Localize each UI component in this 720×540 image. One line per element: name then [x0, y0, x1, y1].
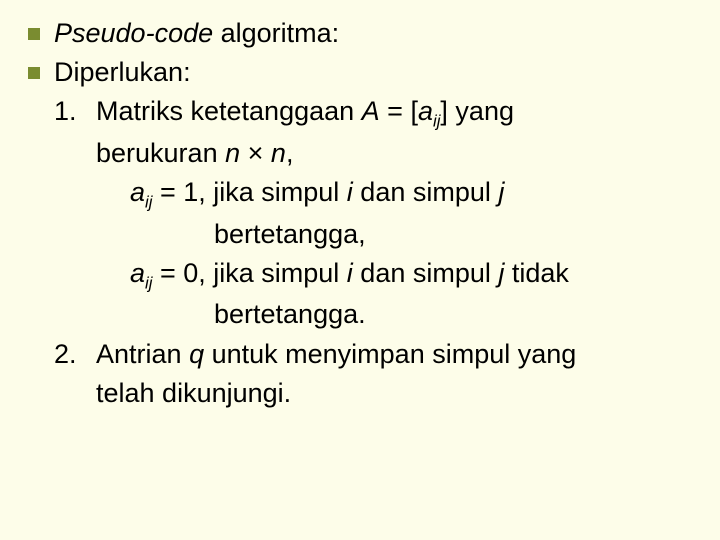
- cond-2-line1: aij = 0, jika simpul i dan simpul j tida…: [54, 254, 692, 296]
- text: berukuran: [96, 138, 225, 168]
- text: dan simpul: [353, 258, 499, 288]
- slide: Pseudo-code algoritma: Diperlukan: 1. Ma…: [0, 0, 720, 540]
- text: tidak: [504, 258, 569, 288]
- pseudo-code-word: Pseudo-code: [54, 18, 213, 48]
- item-2-number: 2.: [54, 335, 96, 374]
- text: untuk menyimpan simpul yang: [204, 339, 576, 369]
- var-j: j: [498, 177, 504, 207]
- var-A: A: [362, 96, 380, 126]
- text: = 0, jika simpul: [152, 258, 346, 288]
- text: Matriks ketetanggaan: [96, 96, 362, 126]
- bullet-1-rest: algoritma:: [213, 18, 339, 48]
- times-symbol: ×: [240, 138, 271, 168]
- bullet-2-body: Diperlukan: 1. Matriks ketetanggaan A = …: [54, 53, 692, 413]
- cond-1-line1: aij = 1, jika simpul i dan simpul j: [54, 173, 692, 215]
- square-bullet-icon: [28, 28, 40, 40]
- item-2: 2. Antrian q untuk menyimpan simpul yang: [54, 335, 692, 374]
- bullet-2: Diperlukan: 1. Matriks ketetanggaan A = …: [28, 53, 692, 413]
- item-1: 1. Matriks ketetanggaan A = [aij] yang: [54, 92, 692, 134]
- item-2-line1: Antrian q untuk menyimpan simpul yang: [96, 335, 692, 374]
- item-1-number: 1.: [54, 92, 96, 134]
- bullet-1: Pseudo-code algoritma:: [28, 14, 692, 53]
- text: = 1, jika simpul: [152, 177, 346, 207]
- var-q: q: [189, 339, 204, 369]
- diperlukan-title: Diperlukan:: [54, 53, 692, 92]
- var-n: n: [271, 138, 286, 168]
- text: ,: [286, 138, 294, 168]
- item-1-line2: berukuran n × n,: [54, 134, 692, 173]
- text: dan simpul: [353, 177, 499, 207]
- item-2-line2: telah dikunjungi.: [54, 374, 692, 413]
- bullet-1-text: Pseudo-code algoritma:: [54, 14, 692, 53]
- var-a: a: [130, 177, 145, 207]
- text: Antrian: [96, 339, 189, 369]
- var-a: a: [130, 258, 145, 288]
- item-1-line1: Matriks ketetanggaan A = [aij] yang: [96, 92, 692, 134]
- text: = [: [380, 96, 418, 126]
- var-a: a: [418, 96, 433, 126]
- cond-2-line2: bertetangga.: [54, 295, 692, 334]
- text: ] yang: [440, 96, 514, 126]
- var-n: n: [225, 138, 240, 168]
- cond-1-line2: bertetangga,: [54, 215, 692, 254]
- square-bullet-icon: [28, 67, 40, 79]
